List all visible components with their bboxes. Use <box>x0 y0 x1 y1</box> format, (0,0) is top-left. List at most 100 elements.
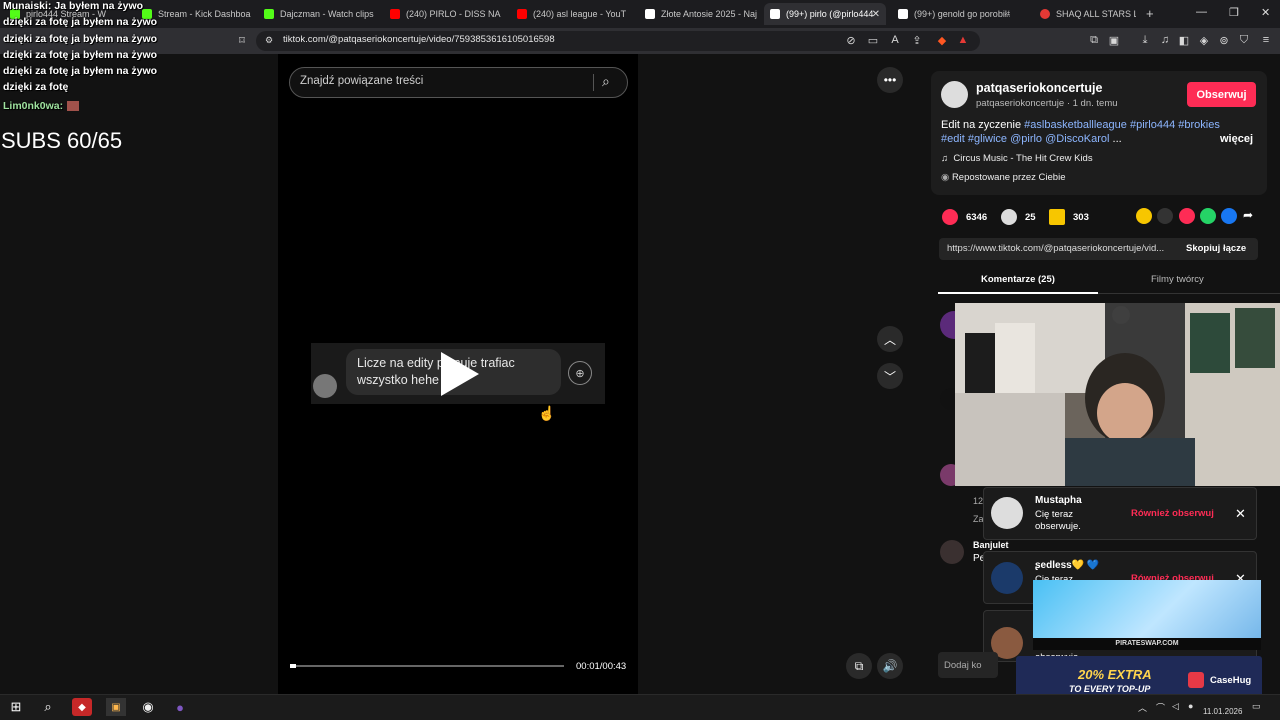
video-progress-fill <box>290 664 296 668</box>
notification-user[interactable]: ʂedless💛 💙 <box>1035 560 1099 571</box>
tiktok-icon <box>898 9 908 19</box>
record-icon <box>1040 9 1050 19</box>
comment-button[interactable]: 25 <box>1001 209 1036 225</box>
screen: pirlo444 Stream - W Stream - Kick Dashbo… <box>0 0 1280 720</box>
maximize-icon[interactable]: ❐ <box>1229 6 1239 19</box>
video-description: Edit na zyczenie #aslbasketballleague #p… <box>941 119 1220 131</box>
taskbar-date: 11.01.2026 <box>1203 707 1243 716</box>
tab-6[interactable]: Złote Antosie 2025 - Najw <box>639 3 757 25</box>
menu-icon[interactable]: ≡ <box>1258 32 1274 48</box>
network-icon[interactable]: ⌒ <box>1156 701 1165 714</box>
play-icon[interactable] <box>441 352 479 396</box>
copy-link-button[interactable]: Skopiuj łącze <box>1186 243 1246 254</box>
chat-message: Munaiski: Ja byłem na żywo <box>3 0 144 12</box>
windows-start-icon[interactable]: ⊞ <box>6 698 26 716</box>
cast-icon[interactable]: ▭ <box>865 32 881 48</box>
notification-text: Cię teraz obserwuje. <box>1035 509 1081 532</box>
tab-9[interactable]: SHAQ ALL STARS LEAG <box>1034 3 1136 25</box>
video-link[interactable]: https://www.tiktok.com/@patqaseriokoncer… <box>947 243 1177 254</box>
coin-icon[interactable] <box>1136 208 1152 224</box>
tiktok-icon <box>645 9 655 19</box>
video-progress-track[interactable] <box>290 665 564 667</box>
brave-app-icon[interactable]: ◆ <box>72 698 92 716</box>
reply-icon: ⊕ <box>568 361 592 385</box>
music-info[interactable]: ♫ Circus Music - The Hit Crew Kids <box>941 153 1093 164</box>
tab-creator-videos[interactable]: Filmy twórcy <box>1151 274 1204 285</box>
facebook-icon[interactable] <box>1221 208 1237 224</box>
creator-avatar[interactable] <box>941 81 968 108</box>
app-icon[interactable]: ▣ <box>106 698 126 716</box>
tray-chevron-icon[interactable]: ︿ <box>1138 701 1147 714</box>
chat-message: Lim0nk0wa: <box>3 100 80 112</box>
mouse-cursor-icon: ☝ <box>538 405 556 421</box>
save-button[interactable]: 303 <box>1049 209 1089 225</box>
follow-button[interactable]: Obserwuj <box>1187 82 1256 107</box>
more-options-button[interactable]: ••• <box>877 67 903 93</box>
tab-7-active[interactable]: (99+) pirlo (@pirlo444 ✕ <box>764 3 886 25</box>
tab-8[interactable]: (99+) genold go porobił#p <box>892 3 1010 25</box>
media-icon[interactable]: ♫ <box>1157 32 1173 48</box>
volume-button[interactable]: 🔊 <box>877 653 903 679</box>
search-icon[interactable]: ⌕ <box>602 73 610 90</box>
chat-message: dzięki za fotę ja byłem na żywo <box>3 33 158 45</box>
ad-banner-url: PIRATESWAP.COM <box>1033 638 1261 650</box>
sidebar-icon[interactable]: ◧ <box>1176 32 1192 48</box>
follow-back-button[interactable]: Również obserwuj <box>1131 508 1214 519</box>
miniplayer-button[interactable]: ⧉ <box>846 653 872 679</box>
bookmark-icon <box>1049 209 1065 225</box>
search-icon[interactable]: ⌕ <box>38 698 58 716</box>
tab-4[interactable]: (240) PIRLO - DISS NA <box>384 3 502 25</box>
rewards-icon[interactable]: ▲ <box>955 32 971 48</box>
notification-user[interactable]: Mustapha <box>1035 495 1082 506</box>
video-description-2: #edit #gliwice @pirlo @DiscoKarol ... <box>941 133 1122 145</box>
repost-icon: ◉ <box>941 172 950 183</box>
video-time: 00:01/00:43 <box>576 661 627 672</box>
next-video-button[interactable]: ﹀ <box>877 363 903 389</box>
avatar <box>940 540 964 564</box>
close-window-icon[interactable]: ✕ <box>1261 6 1270 19</box>
search-placeholder: Znajdź powiązane treści <box>300 75 424 87</box>
mic-icon[interactable]: ● <box>1188 701 1193 711</box>
tab-comments[interactable]: Komentarze (25) <box>981 274 1055 285</box>
like-button[interactable]: 6346 <box>942 209 987 225</box>
tab-3[interactable]: Dajczman - Watch clips on <box>258 3 376 25</box>
share-page-icon[interactable]: ⇪ <box>909 32 925 48</box>
speaker-icon[interactable]: ◁ <box>1172 701 1179 712</box>
youtube-icon <box>390 9 400 19</box>
vpn-icon[interactable]: ⊚ <box>1216 32 1232 48</box>
comment-author[interactable]: Banjulet <box>973 540 1009 550</box>
music-note-icon: ♫ <box>941 153 949 164</box>
notifications-icon[interactable]: ▭ <box>1252 701 1261 712</box>
leo-icon[interactable]: ◈ <box>1196 32 1212 48</box>
comment-count: 12 <box>973 496 984 506</box>
obs-icon[interactable]: ◉ <box>138 698 158 716</box>
send-icon[interactable] <box>1179 208 1195 224</box>
discord-icon[interactable]: ● <box>170 698 190 716</box>
translate-icon[interactable]: A <box>887 32 903 48</box>
brave-shield-icon[interactable]: ◆ <box>934 32 950 48</box>
more-link[interactable]: więcej <box>1220 133 1253 145</box>
chat-message: dzięki za fotę ja byłem na żywo <box>3 49 158 61</box>
creator-name[interactable]: patqaseriokoncertuje <box>976 81 1102 95</box>
previous-video-button[interactable]: ︿ <box>877 326 903 352</box>
shield-icon[interactable]: ⛉ <box>1236 32 1252 48</box>
reader-icon[interactable]: ⊘ <box>843 32 859 48</box>
extensions-icon[interactable]: ⧉ <box>1086 32 1102 48</box>
tab-5[interactable]: (240) asl league - YouT <box>511 3 629 25</box>
embed-icon[interactable] <box>1157 208 1173 224</box>
tab-active-indicator <box>938 292 1098 294</box>
wallet-icon[interactable]: ▣ <box>1106 32 1122 48</box>
chat-message: dzięki za fotę ja byłem na żywo <box>3 65 158 77</box>
share-arrow-icon[interactable]: ➦ <box>1243 208 1259 224</box>
whatsapp-icon[interactable] <box>1200 208 1216 224</box>
minimize-icon[interactable]: — <box>1196 6 1207 18</box>
new-tab-button[interactable]: + <box>1146 6 1154 21</box>
close-tab-icon[interactable]: ✕ <box>872 9 880 20</box>
site-info-icon[interactable]: ⚙ <box>261 32 277 48</box>
url-text[interactable]: tiktok.com/@patqaseriokoncertuje/video/7… <box>283 34 555 45</box>
repost-info: ◉ Repostowane przez Ciebie <box>941 172 1066 183</box>
bookmark-icon[interactable]: ⌑ <box>234 32 250 48</box>
close-icon[interactable]: ✕ <box>1235 506 1246 522</box>
download-icon[interactable]: ⤓ <box>1137 32 1153 48</box>
video-side-area <box>638 54 916 694</box>
